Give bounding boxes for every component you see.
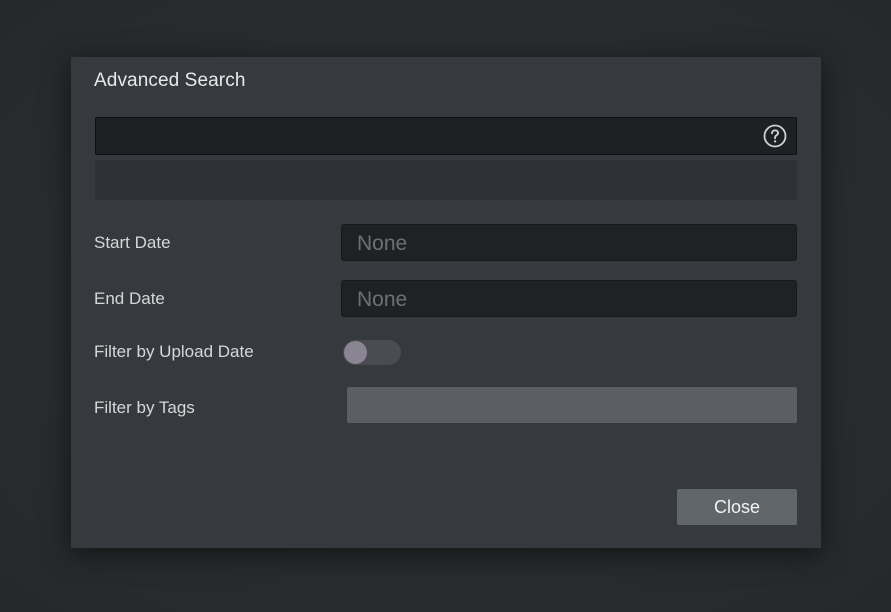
start-date-label: Start Date [94,233,171,252]
tags-input[interactable] [347,387,797,423]
start-date-field[interactable]: None [341,224,797,261]
upload-date-label: Filter by Upload Date [94,342,254,361]
search-box [95,117,797,155]
advanced-search-dialog: Advanced Search Start Date None End Date… [71,57,821,548]
end-date-label: End Date [94,289,165,308]
search-input[interactable] [96,118,756,154]
help-icon[interactable] [763,124,787,148]
upload-date-toggle[interactable] [343,340,401,365]
tags-label: Filter by Tags [94,398,195,417]
dialog-title: Advanced Search [94,70,246,91]
search-results-area [95,160,797,200]
toggle-knob [344,341,367,364]
close-button[interactable]: Close [677,489,797,525]
end-date-field[interactable]: None [341,280,797,317]
